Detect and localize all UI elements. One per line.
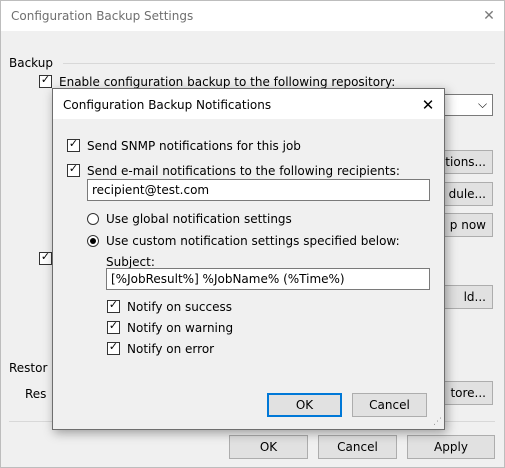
use-custom-label: Use custom notification settings specifi… bbox=[106, 234, 400, 248]
subject-input[interactable]: [%JobResult%] %JobName% (%Time%) bbox=[106, 268, 430, 290]
resize-grip-icon[interactable]: ⋰ bbox=[432, 417, 442, 427]
use-global-label: Use global notification settings bbox=[106, 212, 292, 226]
check-icon: ✓ bbox=[108, 298, 119, 311]
recipients-input[interactable]: recipient@test.com bbox=[87, 179, 430, 201]
notify-success-checkbox[interactable]: ✓ bbox=[107, 298, 120, 313]
backup-group-label: Backup bbox=[9, 56, 53, 70]
enable-backup-label: Enable configuration backup to the follo… bbox=[59, 75, 396, 89]
email-label: Send e-mail notifications to the followi… bbox=[87, 164, 400, 178]
notify-warning-checkbox[interactable]: ✓ bbox=[107, 319, 120, 334]
subject-label: Subject: bbox=[106, 255, 155, 269]
notify-error-label: Notify on error bbox=[127, 342, 215, 356]
restore-group-label: Restor bbox=[9, 361, 48, 375]
notify-warning-label: Notify on warning bbox=[127, 321, 234, 335]
backup-group-divider bbox=[63, 63, 495, 64]
outer-title-bar: Configuration Backup Settings ✕ bbox=[1, 1, 504, 31]
check-icon: ✓ bbox=[68, 137, 79, 150]
dialog-close-icon[interactable]: ✕ bbox=[417, 94, 439, 116]
enable-backup-checkbox[interactable]: ✓ bbox=[39, 73, 52, 88]
use-custom-radio[interactable] bbox=[87, 235, 99, 247]
outer-window-title: Configuration Backup Settings bbox=[11, 9, 194, 23]
email-checkbox[interactable]: ✓ bbox=[67, 162, 80, 177]
repository-dropdown[interactable]: ⌵ bbox=[441, 94, 493, 116]
check-icon: ✓ bbox=[68, 162, 79, 175]
check-icon: ✓ bbox=[108, 319, 119, 332]
check-icon: ✓ bbox=[40, 250, 51, 263]
dialog-title: Configuration Backup Notifications bbox=[63, 98, 272, 112]
dialog-ok-button[interactable]: OK bbox=[267, 393, 342, 417]
radio-selected-dot bbox=[90, 238, 96, 244]
configuration-backup-notifications-dialog: Configuration Backup Notifications ✕ ✓ S… bbox=[52, 88, 445, 430]
outer-close-icon[interactable]: ✕ bbox=[479, 6, 499, 26]
use-global-radio[interactable] bbox=[87, 213, 99, 225]
dialog-title-bar: Configuration Backup Notifications ✕ bbox=[53, 89, 444, 119]
check-icon: ✓ bbox=[40, 73, 51, 86]
snmp-checkbox[interactable]: ✓ bbox=[67, 137, 80, 152]
dialog-cancel-button[interactable]: Cancel bbox=[352, 393, 427, 417]
chevron-down-icon: ⌵ bbox=[478, 97, 488, 111]
encryption-checkbox[interactable]: ✓ bbox=[39, 250, 52, 265]
cancel-button[interactable]: Cancel bbox=[318, 435, 397, 459]
check-icon: ✓ bbox=[108, 340, 119, 353]
notify-success-label: Notify on success bbox=[127, 300, 232, 314]
notify-error-checkbox[interactable]: ✓ bbox=[107, 340, 120, 355]
ok-button[interactable]: OK bbox=[229, 435, 308, 459]
apply-button[interactable]: Apply bbox=[407, 435, 495, 459]
restore-label: Res bbox=[25, 387, 47, 401]
snmp-label: Send SNMP notifications for this job bbox=[87, 139, 301, 153]
